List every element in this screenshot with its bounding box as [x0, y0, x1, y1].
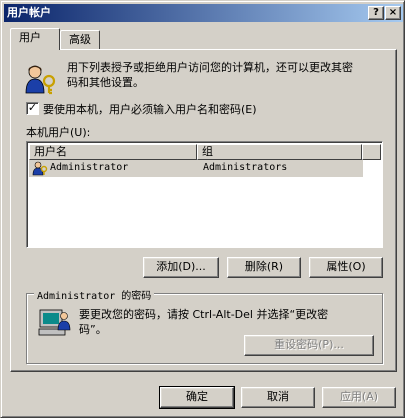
password-group-label: Administrator 的密码 [34, 287, 155, 302]
column-header-group-label: 组 [202, 145, 213, 158]
users-keys-icon [25, 65, 56, 95]
column-header-username-label: 用户名 [34, 145, 67, 158]
tab-advanced[interactable]: 高级 [60, 30, 100, 50]
close-button[interactable]: × [385, 6, 401, 20]
window-title: 用户帐户 [7, 6, 51, 19]
properties-button[interactable]: 属性(O) [309, 257, 383, 278]
help-button[interactable]: ? [368, 6, 384, 20]
column-header-username[interactable]: 用户名 [29, 144, 197, 160]
column-header-group[interactable]: 组 [197, 144, 362, 160]
computer-user-icon [38, 309, 71, 336]
user-icon [32, 161, 48, 176]
row-username: Administrator [50, 162, 129, 173]
tab-users-label: 用户 [19, 31, 41, 44]
intro-text-line2: 码和其他设置。 [67, 76, 144, 89]
tab-users[interactable]: 用户 [10, 28, 60, 50]
local-users-label: 本机用户(U): [26, 126, 91, 139]
add-user-button[interactable]: 添加(D)... [143, 257, 219, 278]
remove-user-button[interactable]: 删除(R) [227, 257, 301, 278]
table-row[interactable]: Administrator Administrators [29, 160, 363, 177]
require-login-label[interactable]: 要使用本机，用户必须输入用户名和密码(E) [43, 101, 257, 117]
title-bar[interactable]: 用户帐户 ? × [4, 4, 403, 22]
password-info-line1: 要更改您的密码，请按 Ctrl-Alt-Del 并选择“更改密 [79, 308, 329, 321]
reset-password-button[interactable]: 重设密码(P)... [244, 335, 374, 356]
apply-button[interactable]: 应用(A) [322, 387, 396, 408]
row-group: Administrators [203, 162, 288, 173]
tab-advanced-label: 高级 [69, 33, 91, 46]
require-login-checkbox[interactable]: ✓ [26, 102, 39, 115]
cancel-button[interactable]: 取消 [241, 387, 315, 408]
users-list[interactable]: 用户名 组 Administrator Administrators [26, 141, 383, 248]
user-accounts-dialog: 用户帐户 ? × 用户 高级 用下列表授予或拒绝用户访问您的计算机，还可以更改其… [0, 0, 405, 418]
password-info-line2: 码”。 [79, 323, 107, 336]
column-header-filler [362, 144, 381, 160]
intro-text-line1: 用下列表授予或拒绝用户访问您的计算机，还可以更改其密 [67, 61, 353, 74]
ok-button[interactable]: 确定 [159, 386, 235, 409]
